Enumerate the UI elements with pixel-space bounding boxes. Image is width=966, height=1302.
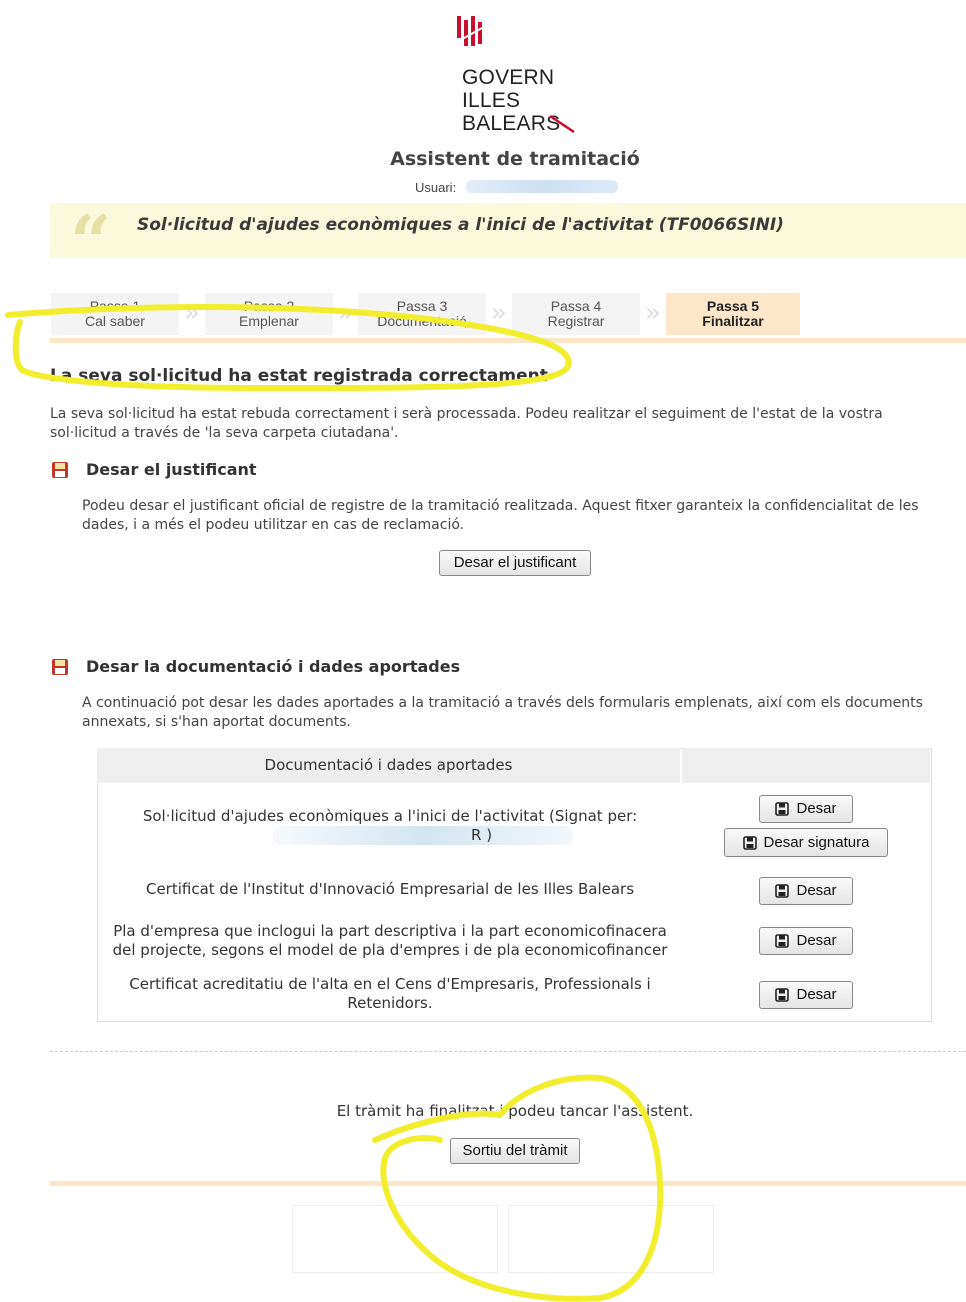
step-1: Passa 1 Cal saber [51,293,179,335]
floppy-disk-icon [775,934,790,948]
footer-box-left [292,1205,498,1273]
documentation-text: A continuació pot desar les dades aporta… [82,695,923,730]
table-header: Documentació i dades aportades [97,748,680,783]
chevron-right-icon: » [338,298,354,328]
chevron-right-icon: » [645,298,661,328]
procedure-title: Sol·licitud d'ajudes econòmiques a l'ini… [137,215,784,235]
step-3: Passa 3 Documentació [358,293,486,335]
bottom-accent-line [50,1181,966,1186]
save-button[interactable]: Desar [759,981,853,1009]
floppy-disk-icon [775,988,790,1002]
documentation-title: Desar la documentació i dades aportades [86,657,461,676]
footer-box-right [508,1205,714,1273]
table-row-doc-3: Pla d'empresa que inclogui la part descr… [112,922,668,959]
justificant-title: Desar el justificant [86,460,257,479]
floppy-disk-icon [775,884,790,898]
table-row-doc-1: Sol·licitud d'ajudes econòmiques a l'ini… [142,807,638,845]
save-button[interactable]: Desar [759,795,853,823]
step-4: Passa 4 Registrar [512,293,640,335]
section-divider [50,1051,966,1052]
floppy-disk-icon [52,462,68,478]
save-signature-button[interactable]: Desar signatura [724,828,888,857]
step-2: Passa 2 Emplenar [205,293,333,335]
table-row-doc-2: Certificat de l'Institut d'Innovació Emp… [145,880,635,898]
floppy-disk-icon [775,802,790,816]
app-title: Assistent de tramitació [390,148,640,170]
govern-logo-text: GOVERN ILLES BALEARS [462,66,561,135]
table-header-actions [682,748,930,783]
steps-underline [50,338,966,343]
floppy-disk-icon [52,659,68,675]
save-button[interactable]: Desar [759,927,853,955]
user-label: Usuari: [415,180,457,195]
finish-message: El tràmit ha finalitzat i podeu tancar l… [336,1102,694,1120]
user-name-redacted [466,180,618,193]
table-row-doc-4: Certificat acreditatiu de l'alta en el C… [129,975,651,1012]
step-5-active: Passa 5 Finalitzar [666,293,800,335]
success-heading: La seva sol·licitud ha estat registrada … [50,366,548,386]
govern-logo-icon [456,16,483,46]
logo-slash-icon [549,114,575,134]
quote-icon: “ [70,199,112,284]
exit-procedure-button[interactable]: Sortiu del tràmit [450,1138,580,1164]
floppy-disk-icon [742,836,757,850]
signer-redacted [273,826,573,845]
success-intro: La seva sol·licitud ha estat rebuda corr… [50,406,883,441]
chevron-right-icon: » [491,298,507,328]
save-receipt-button[interactable]: Desar el justificant [439,550,591,576]
chevron-right-icon: » [184,298,200,328]
save-button[interactable]: Desar [759,877,853,905]
justificant-text: Podeu desar el justificant oficial de re… [82,498,919,533]
